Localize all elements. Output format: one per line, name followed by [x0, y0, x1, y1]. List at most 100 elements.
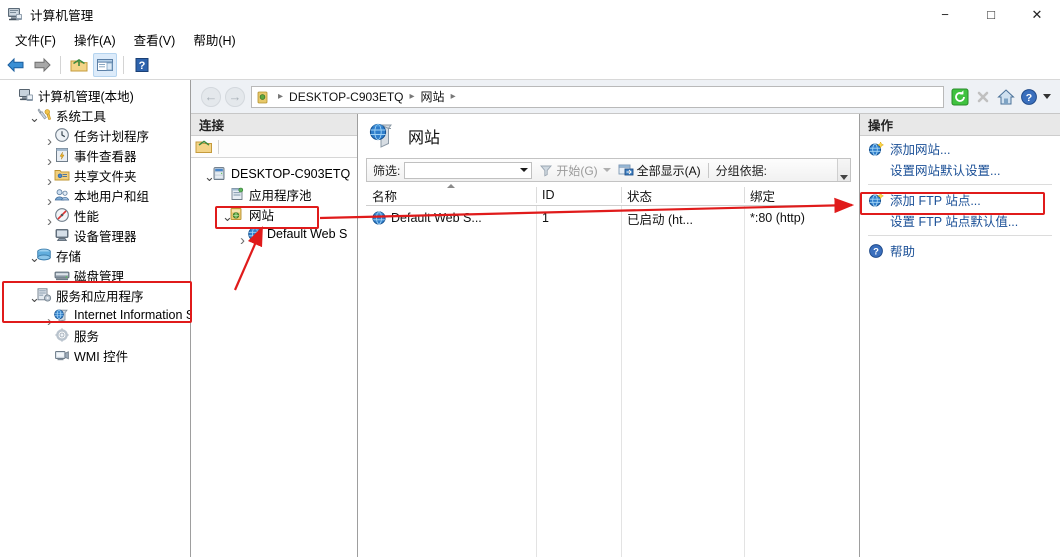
column-header-bindings-label: 绑定: [750, 189, 776, 204]
actions-header: 操作: [860, 114, 1060, 136]
window-pane-icon[interactable]: [93, 53, 117, 77]
tree-shared-folders[interactable]: 共享文件夹: [0, 165, 190, 185]
column-header-id-label: ID: [542, 188, 555, 202]
connections-pane: 连接 DESKTOP-C903ETQ 应用程序池 网站 Default Web S: [191, 114, 358, 557]
column-header-id[interactable]: ID: [536, 185, 621, 205]
tree-internet-information-services[interactable]: Internet Information S: [0, 305, 190, 325]
tree-event-viewer-expander[interactable]: [40, 148, 54, 162]
action-help[interactable]: ? 帮助: [860, 240, 1060, 261]
connections-tree: DESKTOP-C903ETQ 应用程序池 网站 Default Web S: [191, 158, 357, 557]
breadcrumb[interactable]: ▸ DESKTOP-C903ETQ ▸ 网站 ▸: [251, 85, 944, 108]
grid-header-row: 名称 ID 状态 绑定: [366, 184, 851, 206]
tree-system-tools[interactable]: 系统工具: [0, 105, 190, 125]
action-set-website-defaults-label: 设置网站默认设置...: [890, 164, 1001, 178]
conn-node-sites[interactable]: 网站: [191, 204, 357, 224]
show-all-button[interactable]: 全部显示(A): [618, 162, 701, 179]
action-set-website-defaults[interactable]: 设置网站默认设置...: [860, 159, 1060, 180]
conn-node-server-expander[interactable]: [197, 167, 211, 181]
content-title: 网站: [408, 130, 441, 147]
tree-storage-label: 存储: [56, 249, 82, 264]
action-set-ftp-site-defaults[interactable]: 设置 FTP 站点默认值...: [860, 210, 1060, 231]
filter-overflow-scroll[interactable]: [837, 159, 850, 181]
chevron-down-icon[interactable]: [1042, 87, 1052, 107]
tree-storage[interactable]: 存储: [0, 245, 190, 265]
conn-node-server-label: DESKTOP-C903ETQ: [231, 167, 351, 181]
table-row[interactable]: Default Web S... 1 已启动 (ht... *:80 (http…: [366, 206, 851, 230]
tree-storage-expander[interactable]: [22, 248, 36, 262]
tree-performance[interactable]: 性能: [0, 205, 190, 225]
tree-services-expander-spacer: [40, 328, 54, 342]
app-pools-icon: [229, 186, 245, 202]
computer-management-window: 计算机管理 − □ ✕ 文件(F) 操作(A) 查看(V) 帮助(H) ? 计算…: [0, 0, 1060, 557]
server-icon: [211, 166, 227, 182]
menu-action[interactable]: 操作(A): [65, 27, 125, 52]
home-icon[interactable]: [996, 87, 1016, 107]
tree-shared-folders-expander[interactable]: [40, 168, 54, 182]
tree-services-and-applications[interactable]: 服务和应用程序: [0, 285, 190, 305]
action-add-ftp-site[interactable]: 添加 FTP 站点...: [860, 189, 1060, 210]
connect-folder-icon[interactable]: [195, 139, 213, 155]
maximize-button[interactable]: □: [968, 0, 1014, 28]
tree-services[interactable]: 服务: [0, 325, 190, 345]
stop-icon: [973, 87, 993, 107]
column-header-status-label: 状态: [627, 189, 653, 204]
filter-go-dropdown-icon[interactable]: [602, 168, 611, 172]
conn-node-application-pools[interactable]: 应用程序池: [191, 184, 357, 204]
tree-system-tools-expander[interactable]: [22, 108, 36, 122]
actions-separator-1: [868, 184, 1052, 185]
folder-up-icon[interactable]: [67, 53, 91, 77]
close-button[interactable]: ✕: [1014, 0, 1060, 28]
window-title: 计算机管理: [30, 8, 94, 23]
tree-device-manager-label: 设备管理器: [74, 229, 137, 244]
action-add-website[interactable]: 添加网站...: [860, 138, 1060, 159]
computer-management-icon: [7, 6, 23, 22]
tree-event-viewer[interactable]: 事件查看器: [0, 145, 190, 165]
question-mark-icon[interactable]: ?: [130, 53, 154, 77]
actions-list: 添加网站... 设置网站默认设置... 添加 FTP 站点... 设置 FTP …: [860, 136, 1060, 261]
tree-services-and-applications-expander[interactable]: [22, 288, 36, 302]
help-round-icon: ?: [868, 243, 884, 259]
tree-system-tools-label: 系统工具: [56, 109, 107, 124]
nav-back-button[interactable]: ←: [201, 86, 221, 107]
storage-icon: [36, 247, 52, 263]
actions-separator-2: [868, 235, 1052, 236]
minimize-button[interactable]: −: [922, 0, 968, 28]
arrow-left-icon[interactable]: [4, 53, 28, 77]
column-header-name[interactable]: 名称: [366, 184, 536, 205]
tree-services-label: 服务: [74, 329, 100, 344]
tree-wmi-control[interactable]: WMI 控件: [0, 345, 190, 365]
event-viewer-icon: [54, 147, 70, 163]
column-header-bindings[interactable]: 绑定: [744, 185, 851, 205]
menu-view[interactable]: 查看(V): [125, 27, 185, 52]
sites-globe-icon: [368, 121, 398, 151]
conn-node-server[interactable]: DESKTOP-C903ETQ: [191, 164, 357, 184]
svg-text:?: ?: [1026, 92, 1032, 104]
nav-forward-button[interactable]: →: [225, 86, 245, 107]
arrow-right-icon[interactable]: [30, 53, 54, 77]
action-set-ftp-site-defaults-label: 设置 FTP 站点默认值...: [890, 215, 1019, 229]
tree-internet-information-services-expander[interactable]: [40, 308, 54, 322]
tree-task-scheduler-expander[interactable]: [40, 128, 54, 142]
column-header-status[interactable]: 状态: [621, 185, 744, 205]
filter-go-button[interactable]: 开始(G): [539, 162, 611, 179]
help-icon[interactable]: ?: [1019, 87, 1039, 107]
tree-local-users-and-groups[interactable]: 本地用户和组: [0, 185, 190, 205]
refresh-icon[interactable]: [950, 87, 970, 107]
tree-computer-management-local[interactable]: 计算机管理(本地): [0, 85, 190, 105]
tree-local-users-and-groups-expander[interactable]: [40, 188, 54, 202]
tree-device-manager[interactable]: 设备管理器: [0, 225, 190, 245]
conn-node-sites-expander[interactable]: [215, 207, 229, 221]
filter-dropdown-icon[interactable]: [520, 168, 529, 172]
conn-node-default-web-site[interactable]: Default Web S: [191, 224, 357, 244]
breadcrumb-item-sites[interactable]: 网站: [421, 88, 445, 105]
breadcrumb-item-server[interactable]: DESKTOP-C903ETQ: [289, 90, 403, 104]
filter-input[interactable]: [404, 161, 533, 179]
menu-help[interactable]: 帮助(H): [184, 27, 244, 52]
menu-file[interactable]: 文件(F): [6, 27, 65, 52]
website-icon: [247, 226, 263, 242]
connections-toolbar-separator: [218, 139, 219, 154]
tree-disk-management[interactable]: 磁盘管理: [0, 265, 190, 285]
tree-performance-expander[interactable]: [40, 208, 54, 222]
conn-node-default-web-site-expander[interactable]: [233, 227, 247, 241]
tree-task-scheduler[interactable]: 任务计划程序: [0, 125, 190, 145]
